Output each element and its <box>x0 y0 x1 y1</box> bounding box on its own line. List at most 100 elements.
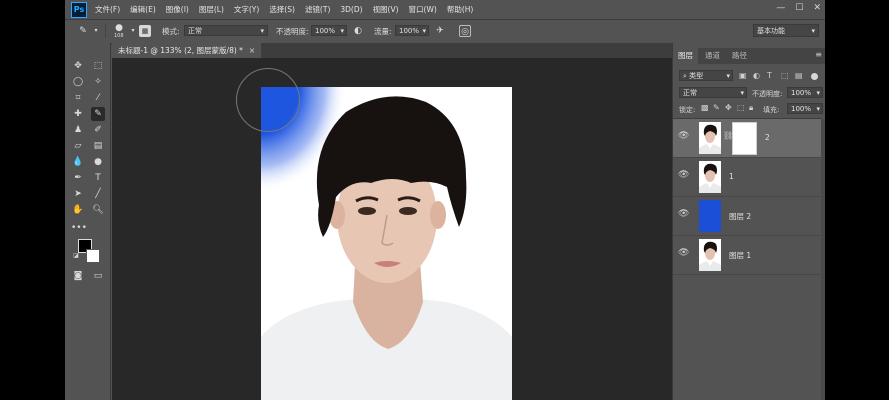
background-color-swatch[interactable] <box>86 249 100 263</box>
visibility-eye-icon[interactable]: 👁︎ <box>678 248 689 258</box>
canvas-document[interactable] <box>261 87 512 400</box>
workspace-switcher[interactable]: 基本功能 ▾ <box>753 24 819 37</box>
layer-row-layer1[interactable]: 👁︎ 图层 1 <box>673 236 821 275</box>
filter-smart-object-icon[interactable]: ▤ <box>795 71 803 80</box>
filter-shape-icon[interactable]: ⬚ <box>781 71 789 80</box>
filter-toggle-icon[interactable] <box>811 73 818 80</box>
menu-view[interactable]: 视图(V) <box>373 4 399 15</box>
layer-opacity-field[interactable]: 100% ▾ <box>787 87 823 98</box>
brush-tool-icon[interactable]: ✎ <box>91 107 105 121</box>
blend-mode-select[interactable]: 正常 ▾ <box>679 87 747 98</box>
layer-name[interactable]: 图层 2 <box>729 211 751 222</box>
stamp-tool-icon[interactable]: ♟ <box>71 123 85 137</box>
eraser-tool-icon[interactable]: ▱ <box>71 139 85 153</box>
layer-row-2[interactable]: 👁︎ ⛓ 2 <box>673 119 821 158</box>
document-tab[interactable]: 未标题-1 @ 133% (2, 图层蒙版/8) * × <box>112 43 262 58</box>
opacity-field[interactable]: 100% ▾ <box>311 25 347 36</box>
minimize-button[interactable]: — <box>776 3 785 13</box>
default-colors-icon[interactable]: ◪ <box>69 249 83 263</box>
menu-type[interactable]: 文字(Y) <box>234 4 259 15</box>
layer-name[interactable]: 图层 1 <box>729 250 751 261</box>
crop-tool-icon[interactable]: ⌗ <box>71 91 85 105</box>
close-icon[interactable]: × <box>249 46 255 55</box>
visibility-eye-icon[interactable]: 👁︎ <box>678 170 689 180</box>
lock-position-icon[interactable]: ✥ <box>725 103 732 112</box>
photoshop-logo: Ps <box>71 1 87 18</box>
maximize-button[interactable]: ☐ <box>795 3 803 13</box>
pressure-opacity-icon[interactable]: ◐ <box>352 25 364 37</box>
more-tools-icon[interactable]: ••• <box>71 221 87 235</box>
filter-pixel-icon[interactable]: ▣ <box>739 71 747 80</box>
quick-mask-icon[interactable]: ◙ <box>71 269 85 283</box>
menu-select[interactable]: 选择(S) <box>269 4 295 15</box>
layer-name[interactable]: 2 <box>765 133 770 142</box>
mode-select-value: 正常 <box>188 27 202 35</box>
move-tool-icon[interactable]: ✥ <box>71 59 85 73</box>
tab-layers[interactable]: 图层 <box>673 48 698 64</box>
menu-filter[interactable]: 滤镜(T) <box>305 4 330 15</box>
panel-menu-icon[interactable]: ≡ <box>815 50 822 59</box>
tab-paths[interactable]: 路径 <box>727 48 752 64</box>
blur-tool-icon[interactable]: 💧 <box>71 155 85 169</box>
layer-name[interactable]: 1 <box>729 172 734 181</box>
filter-adjustment-icon[interactable]: ◐ <box>753 71 760 80</box>
pressure-size-icon[interactable]: ◎ <box>459 25 471 37</box>
screen-mode-icon[interactable]: ▭ <box>91 269 105 283</box>
fill-field[interactable]: 100% ▾ <box>787 103 823 114</box>
zoom-tool-icon[interactable]: 🔍︎ <box>91 203 105 217</box>
brush-picker-chevron-icon[interactable]: ▾ <box>127 25 139 37</box>
menu-image[interactable]: 图像(I) <box>166 4 189 15</box>
menu-help[interactable]: 帮助(H) <box>447 4 474 15</box>
portrait-thumbnail <box>699 161 721 193</box>
visibility-eye-icon[interactable]: 👁︎ <box>678 209 689 219</box>
close-window-button[interactable]: ✕ <box>813 3 821 13</box>
layer-row-1[interactable]: 👁︎ 1 <box>673 158 821 197</box>
tools-panel: ✥ ⬚ ◯ ✧ ⌗ ⁄ ✚ ✎ ♟ ✐ ▱ ▤ 💧 ● ✒ T ➤ ╱ ✋ 🔍︎… <box>65 43 111 400</box>
layer-mask-thumbnail[interactable] <box>732 122 757 155</box>
chevron-down-icon: ▾ <box>726 72 730 80</box>
chevron-down-icon[interactable]: ▾ <box>90 25 102 37</box>
menu-window[interactable]: 窗口(W) <box>409 4 437 15</box>
photoshop-window: Ps 文件(F) 编辑(E) 图像(I) 图层(L) 文字(Y) 选择(S) 滤… <box>65 0 825 400</box>
pen-tool-icon[interactable]: ✒ <box>71 171 85 185</box>
dodge-tool-icon[interactable]: ● <box>91 155 105 169</box>
brush-size-value: 108 <box>114 33 124 39</box>
brush-panel-toggle-icon[interactable]: ▦ <box>139 25 151 37</box>
lock-artboard-icon[interactable]: ⬚ <box>737 103 745 112</box>
chevron-down-icon: ▾ <box>422 27 426 35</box>
gradient-tool-icon[interactable]: ▤ <box>91 139 105 153</box>
canvas-area[interactable] <box>112 58 677 400</box>
filter-type-icon[interactable]: T <box>767 71 772 80</box>
chevron-down-icon: ▾ <box>340 27 344 35</box>
brush-preset-icon[interactable]: ✎ <box>77 25 89 37</box>
menu-file[interactable]: 文件(F) <box>95 4 120 15</box>
menu-edit[interactable]: 编辑(E) <box>130 4 156 15</box>
mode-select[interactable]: 正常 ▾ <box>184 25 268 36</box>
blend-row: 正常 ▾ 不透明度: 100% ▾ <box>675 86 825 100</box>
visibility-eye-icon[interactable]: 👁︎ <box>678 131 689 141</box>
menu-layer[interactable]: 图层(L) <box>199 4 224 15</box>
type-tool-icon[interactable]: T <box>91 171 105 185</box>
history-brush-tool-icon[interactable]: ✐ <box>91 123 105 137</box>
tab-channels[interactable]: 通道 <box>700 48 725 64</box>
layers-scrollbar[interactable] <box>821 119 825 400</box>
fill-label: 填充: <box>763 106 780 114</box>
lock-transparent-icon[interactable]: ▩ <box>701 103 709 112</box>
path-select-tool-icon[interactable]: ➤ <box>71 187 85 201</box>
lock-all-icon[interactable]: 🔒︎ <box>749 103 753 113</box>
lasso-tool-icon[interactable]: ◯ <box>71 75 85 89</box>
eyedropper-tool-icon[interactable]: ⁄ <box>91 91 105 105</box>
layer-row-layer2[interactable]: 👁︎ 图层 2 <box>673 197 821 236</box>
healing-tool-icon[interactable]: ✚ <box>71 107 85 121</box>
window-controls: — ☐ ✕ <box>776 3 821 13</box>
flow-field[interactable]: 100% ▾ <box>395 25 429 36</box>
lock-image-icon[interactable]: ✎ <box>713 103 720 112</box>
line-tool-icon[interactable]: ╱ <box>91 187 105 201</box>
menu-3d[interactable]: 3D(D) <box>340 5 362 14</box>
marquee-tool-icon[interactable]: ⬚ <box>91 59 105 73</box>
quick-select-tool-icon[interactable]: ✧ <box>91 75 105 89</box>
layer-thumbnail <box>699 122 721 154</box>
hand-tool-icon[interactable]: ✋ <box>71 203 85 217</box>
airbrush-icon[interactable]: ✈ <box>434 25 446 37</box>
filter-kind-select[interactable]: ⌕ 类型 ▾ <box>679 70 733 81</box>
